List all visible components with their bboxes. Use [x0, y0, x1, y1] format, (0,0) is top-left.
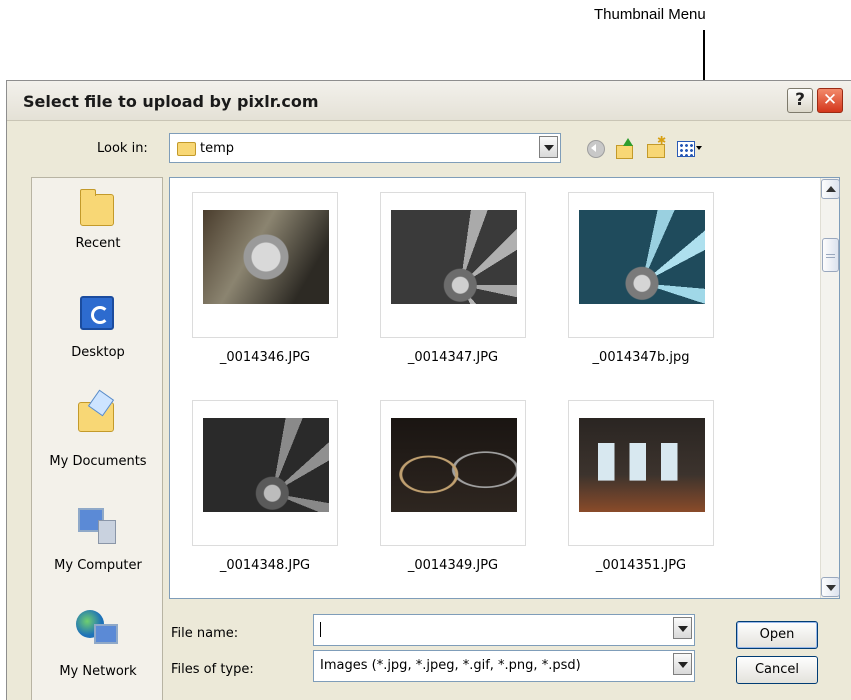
file-thumbnail[interactable] [380, 400, 526, 546]
file-name-label[interactable]: _0014349.JPG [373, 558, 533, 573]
image-preview [579, 418, 705, 512]
file-thumbnail[interactable] [192, 400, 338, 546]
folder-icon [177, 142, 196, 156]
back-icon[interactable] [585, 138, 607, 158]
file-upload-dialog: Select file to upload by pixlr.com ? ✕ L… [6, 80, 851, 700]
file-type-dropdown[interactable]: Images (*.jpg, *.jpeg, *.gif, *.png, *.p… [313, 650, 695, 682]
place-my-network[interactable]: My Network [32, 178, 164, 679]
text-cursor [320, 622, 321, 637]
image-preview [203, 418, 329, 512]
file-list-view[interactable]: _0014346.JPG _0014347.JPG _0014347b.jpg … [169, 177, 840, 599]
file-type-value: Images (*.jpg, *.jpeg, *.gif, *.png, *.p… [320, 658, 581, 673]
image-preview [203, 210, 329, 304]
file-thumbnail[interactable] [192, 192, 338, 338]
cancel-button[interactable]: Cancel [736, 656, 818, 684]
new-folder-icon[interactable] [645, 134, 667, 158]
file-thumbnail[interactable] [568, 192, 714, 338]
scroll-thumb[interactable] [822, 238, 839, 272]
help-button[interactable]: ? [787, 88, 813, 113]
image-preview [391, 418, 517, 512]
file-thumbnail[interactable] [568, 400, 714, 546]
look-in-label: Look in: [97, 141, 148, 156]
my-network-icon [76, 610, 118, 644]
scroll-down-button[interactable] [821, 577, 840, 597]
look-in-dropdown-arrow[interactable] [539, 136, 558, 158]
file-name-label[interactable]: _0014347b.jpg [561, 350, 721, 365]
image-preview [391, 210, 517, 304]
file-type-dropdown-arrow[interactable] [673, 653, 692, 675]
file-thumbnail[interactable] [380, 192, 526, 338]
file-name-label[interactable]: _0014351.JPG [561, 558, 721, 573]
file-name-dropdown-arrow[interactable] [673, 617, 692, 639]
file-name-label[interactable]: _0014346.JPG [185, 350, 345, 365]
scroll-up-button[interactable] [821, 179, 840, 199]
places-bar: Recent Desktop My Documents My Computer … [31, 177, 163, 700]
open-button[interactable]: Open [736, 621, 818, 649]
close-button[interactable]: ✕ [817, 88, 843, 113]
image-preview [579, 210, 705, 304]
file-name-label[interactable]: _0014348.JPG [185, 558, 345, 573]
place-label: My Network [59, 664, 137, 679]
file-name-label[interactable]: _0014347.JPG [373, 350, 533, 365]
file-name-field-label: File name: [171, 626, 239, 641]
views-menu-icon[interactable] [676, 138, 704, 158]
file-name-input[interactable] [313, 614, 695, 646]
thumbnail-menu-annotation: Thumbnail Menu [594, 6, 706, 23]
file-type-field-label: Files of type: [171, 662, 254, 677]
up-folder-icon[interactable] [615, 138, 637, 159]
file-name-value [320, 622, 321, 637]
look-in-dropdown[interactable]: temp [169, 133, 561, 163]
dialog-title: Select file to upload by pixlr.com [23, 92, 319, 111]
title-bar: Select file to upload by pixlr.com ? ✕ [7, 81, 851, 121]
look-in-value: temp [200, 141, 235, 156]
vertical-scrollbar[interactable] [820, 178, 840, 598]
